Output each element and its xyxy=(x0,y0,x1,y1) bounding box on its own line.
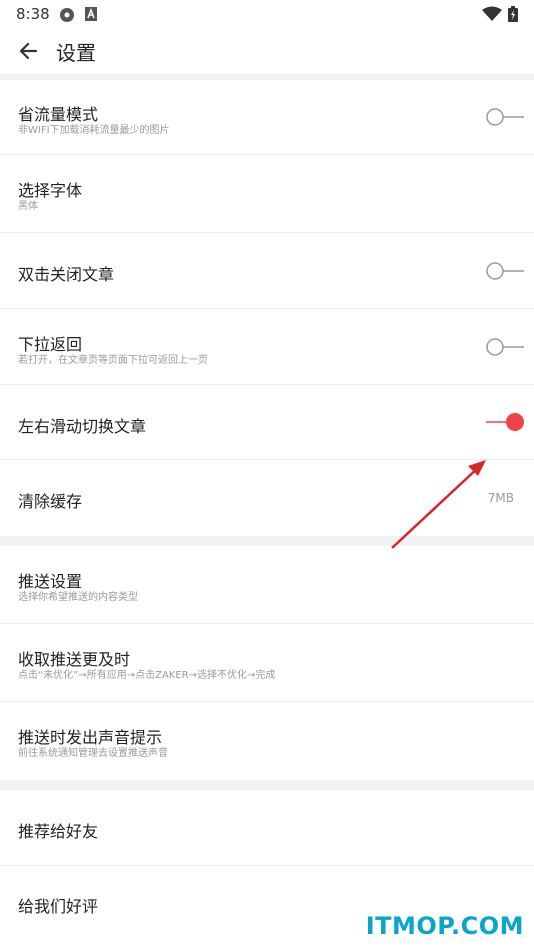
setting-title: 给我们好评 xyxy=(18,897,99,916)
setting-title: 左右滑动切换文章 xyxy=(18,417,147,436)
setting-subtitle: 前往系统通知管理去设置推送声音 xyxy=(18,748,168,759)
setting-row-push-timely[interactable]: 收取推送更及时 点击“未优化”→所有应用→点击ZAKER→选择不优化→完成 xyxy=(0,624,534,702)
font-notification-icon xyxy=(85,7,97,21)
watermark-logo: ITMOP.COM xyxy=(365,912,524,940)
page-title: 设置 xyxy=(56,41,96,65)
setting-subtitle: 黑体 xyxy=(18,201,38,212)
setting-title: 推荐给好友 xyxy=(18,822,99,841)
setting-subtitle: 选择你希望推送的内容类型 xyxy=(18,592,138,603)
settings-group-push: 推送设置 选择你希望推送的内容类型 收取推送更及时 点击“未优化”→所有应用→点… xyxy=(0,546,534,780)
annotation-arrow xyxy=(391,460,486,549)
setting-row-swipe-switch[interactable]: 左右滑动切换文章 xyxy=(0,385,534,460)
app-notification-icon xyxy=(60,8,74,22)
status-time: 8:38 xyxy=(16,5,50,23)
battery-icon xyxy=(508,6,518,22)
setting-row-pull-back[interactable]: 下拉返回 若打开，在文章页等页面下拉可返回上一页 xyxy=(0,309,534,385)
setting-subtitle: 非WIFI下加载消耗流量最少的图片 xyxy=(18,125,170,136)
setting-subtitle: 点击“未优化”→所有应用→点击ZAKER→选择不优化→完成 xyxy=(18,670,276,681)
app-bar: 设置 xyxy=(0,28,534,74)
wifi-icon xyxy=(482,6,502,21)
toggle-off-switch[interactable] xyxy=(484,260,526,282)
toggle-on-switch[interactable] xyxy=(484,411,526,433)
toggle-off-switch[interactable] xyxy=(484,106,526,128)
setting-title: 双击关闭文章 xyxy=(18,265,115,284)
setting-row-double-tap-close[interactable]: 双击关闭文章 xyxy=(0,233,534,309)
setting-row-save-data[interactable]: 省流量模式 非WIFI下加载消耗流量最少的图片 xyxy=(0,80,534,155)
setting-row-recommend-friends[interactable]: 推荐给好友 xyxy=(0,790,534,866)
toggle-off-switch[interactable] xyxy=(484,336,526,358)
setting-title: 清除缓存 xyxy=(18,492,83,511)
setting-row-font[interactable]: 选择字体 黑体 xyxy=(0,155,534,233)
status-bar: 8:38 xyxy=(0,0,534,28)
setting-subtitle: 若打开，在文章页等页面下拉可返回上一页 xyxy=(18,355,208,366)
setting-row-push-sound[interactable]: 推送时发出声音提示 前往系统通知管理去设置推送声音 xyxy=(0,702,534,780)
back-arrow-icon[interactable] xyxy=(14,36,44,66)
